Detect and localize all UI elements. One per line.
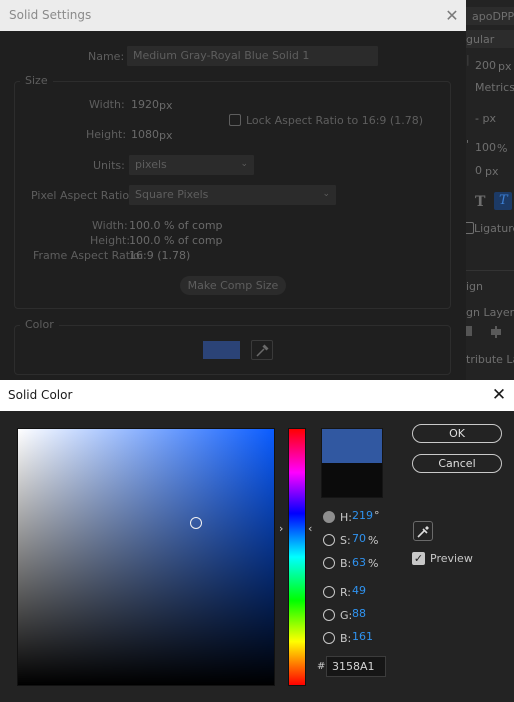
color-picker-cursor[interactable] <box>190 517 202 529</box>
name-label: Name: <box>88 50 125 63</box>
close-icon[interactable]: ✕ <box>490 385 508 405</box>
brightness-unit: % <box>368 557 379 570</box>
saturation-brightness-field[interactable] <box>17 428 275 686</box>
align-center-icon[interactable] <box>490 326 502 338</box>
brightness-value[interactable]: 63 <box>352 556 366 569</box>
color-swatch[interactable] <box>203 341 240 359</box>
brightness-label: B: <box>340 557 352 570</box>
cancel-button[interactable]: Cancel <box>412 454 502 473</box>
solid-settings-dialog: Solid Settings ✕ Name: Medium Gray-Royal… <box>0 0 466 380</box>
distribute-layers-label: tribute La <box>466 353 514 366</box>
eyedropper-button[interactable] <box>251 340 273 360</box>
align-panel-title: ign <box>466 280 484 293</box>
faux-italic-button[interactable]: T <box>494 192 512 210</box>
blue-radio[interactable] <box>323 632 335 644</box>
divider: | <box>466 53 470 66</box>
pct-width-value: 100.0 % of comp <box>129 219 223 232</box>
character-panel: apoDPP gular | 200 px Metrics - px ' 100… <box>466 0 514 380</box>
frame-aspect-ratio-label: Frame Aspect Ratio: <box>33 249 144 262</box>
units-dropdown[interactable]: pixels ⌄ <box>129 155 254 175</box>
height-value[interactable]: 1080 <box>131 128 159 141</box>
font-family-value: apoDPP <box>472 10 514 23</box>
frame-aspect-ratio-value: 16:9 (1.78) <box>129 249 191 262</box>
solid-color-titlebar: Solid Color ✕ <box>0 380 514 411</box>
saturation-value[interactable]: 70 <box>352 532 366 545</box>
size-group-label: Size <box>20 74 53 87</box>
eyedropper-icon <box>256 344 269 357</box>
green-value[interactable]: 88 <box>352 607 366 620</box>
kerning-value[interactable]: Metrics <box>475 81 514 94</box>
height-label: Height: <box>86 128 127 141</box>
width-unit: px <box>159 99 173 112</box>
solid-settings-titlebar: Solid Settings ✕ <box>0 0 466 31</box>
font-size-unit: px <box>498 60 512 73</box>
pct-height-value: 100.0 % of comp <box>129 234 223 247</box>
solid-settings-title: Solid Settings <box>9 8 92 22</box>
hex-input[interactable] <box>326 656 386 677</box>
hue-radio[interactable] <box>323 511 335 523</box>
divider <box>466 270 514 271</box>
saturation-radio[interactable] <box>323 534 335 546</box>
hue-marker-left-icon[interactable]: › <box>279 522 283 535</box>
green-label: G: <box>340 609 353 622</box>
hue-label: H: <box>340 511 352 524</box>
preview-label: Preview <box>430 552 473 565</box>
scale-marker: ' <box>466 138 470 151</box>
font-family-field[interactable]: apoDPP <box>466 7 514 25</box>
red-label: R: <box>340 586 352 599</box>
hue-marker-right-icon[interactable]: ‹ <box>308 522 312 535</box>
name-input[interactable]: Medium Gray-Royal Blue Solid 1 <box>127 46 378 66</box>
ligatures-checkbox[interactable] <box>466 222 474 234</box>
chevron-down-icon: ⌄ <box>322 189 330 199</box>
make-comp-size-button[interactable]: Make Comp Size <box>180 276 286 295</box>
pixel-aspect-ratio-dropdown[interactable]: Square Pixels ⌄ <box>129 185 336 205</box>
eyedropper-icon <box>417 526 429 538</box>
align-icon[interactable] <box>466 326 472 336</box>
color-group-label: Color <box>20 318 59 331</box>
units-value: pixels <box>135 158 167 171</box>
green-radio[interactable] <box>323 609 335 621</box>
blue-value[interactable]: 161 <box>352 630 373 643</box>
close-icon[interactable]: ✕ <box>444 6 460 25</box>
blue-label: B: <box>340 632 352 645</box>
font-style-field[interactable]: gular <box>466 30 514 48</box>
hue-value[interactable]: 219 <box>352 509 373 522</box>
new-color-swatch <box>321 428 383 463</box>
width-label: Width: <box>89 98 125 111</box>
font-style-value: gular <box>466 33 495 46</box>
red-value[interactable]: 49 <box>352 584 366 597</box>
baseline-unit: px <box>485 165 499 178</box>
units-label: Units: <box>93 159 125 172</box>
lock-aspect-label: Lock Aspect Ratio to 16:9 (1.78) <box>246 114 423 127</box>
original-color-swatch[interactable] <box>321 463 383 498</box>
preview-checkbox[interactable]: ✓ <box>412 552 425 565</box>
faux-italic-label: T <box>499 193 508 208</box>
hue-slider[interactable] <box>288 428 306 686</box>
pixel-aspect-ratio-label: Pixel Aspect Ratio: <box>31 189 133 202</box>
baseline-value[interactable]: 0 <box>475 164 482 177</box>
chevron-down-icon: ⌄ <box>240 159 248 169</box>
width-value[interactable]: 1920 <box>131 98 159 111</box>
saturation-label: S: <box>340 534 351 547</box>
ligatures-label: Ligature <box>474 222 514 235</box>
font-size-value[interactable]: 200 <box>475 59 496 72</box>
hex-prefix: # <box>317 661 326 672</box>
solid-color-title: Solid Color <box>8 388 73 402</box>
saturation-unit: % <box>368 534 379 547</box>
red-radio[interactable] <box>323 586 335 598</box>
ok-button[interactable]: OK <box>412 424 502 443</box>
eyedropper-button[interactable] <box>413 521 433 541</box>
pixel-aspect-ratio-value: Square Pixels <box>135 188 209 201</box>
align-layers-label: gn Layers <box>466 306 514 319</box>
tracking-unit[interactable]: - px <box>475 112 496 125</box>
faux-bold-button[interactable]: T <box>475 194 485 210</box>
lock-aspect-checkbox[interactable] <box>229 114 241 126</box>
pct-width-label: Width: <box>92 219 128 232</box>
pct-height-label: Height: <box>90 234 131 247</box>
height-unit: px <box>159 129 173 142</box>
scale-unit: % <box>497 142 508 155</box>
hue-unit: ° <box>374 509 380 522</box>
scale-value[interactable]: 100 <box>475 141 496 154</box>
brightness-radio[interactable] <box>323 557 335 569</box>
